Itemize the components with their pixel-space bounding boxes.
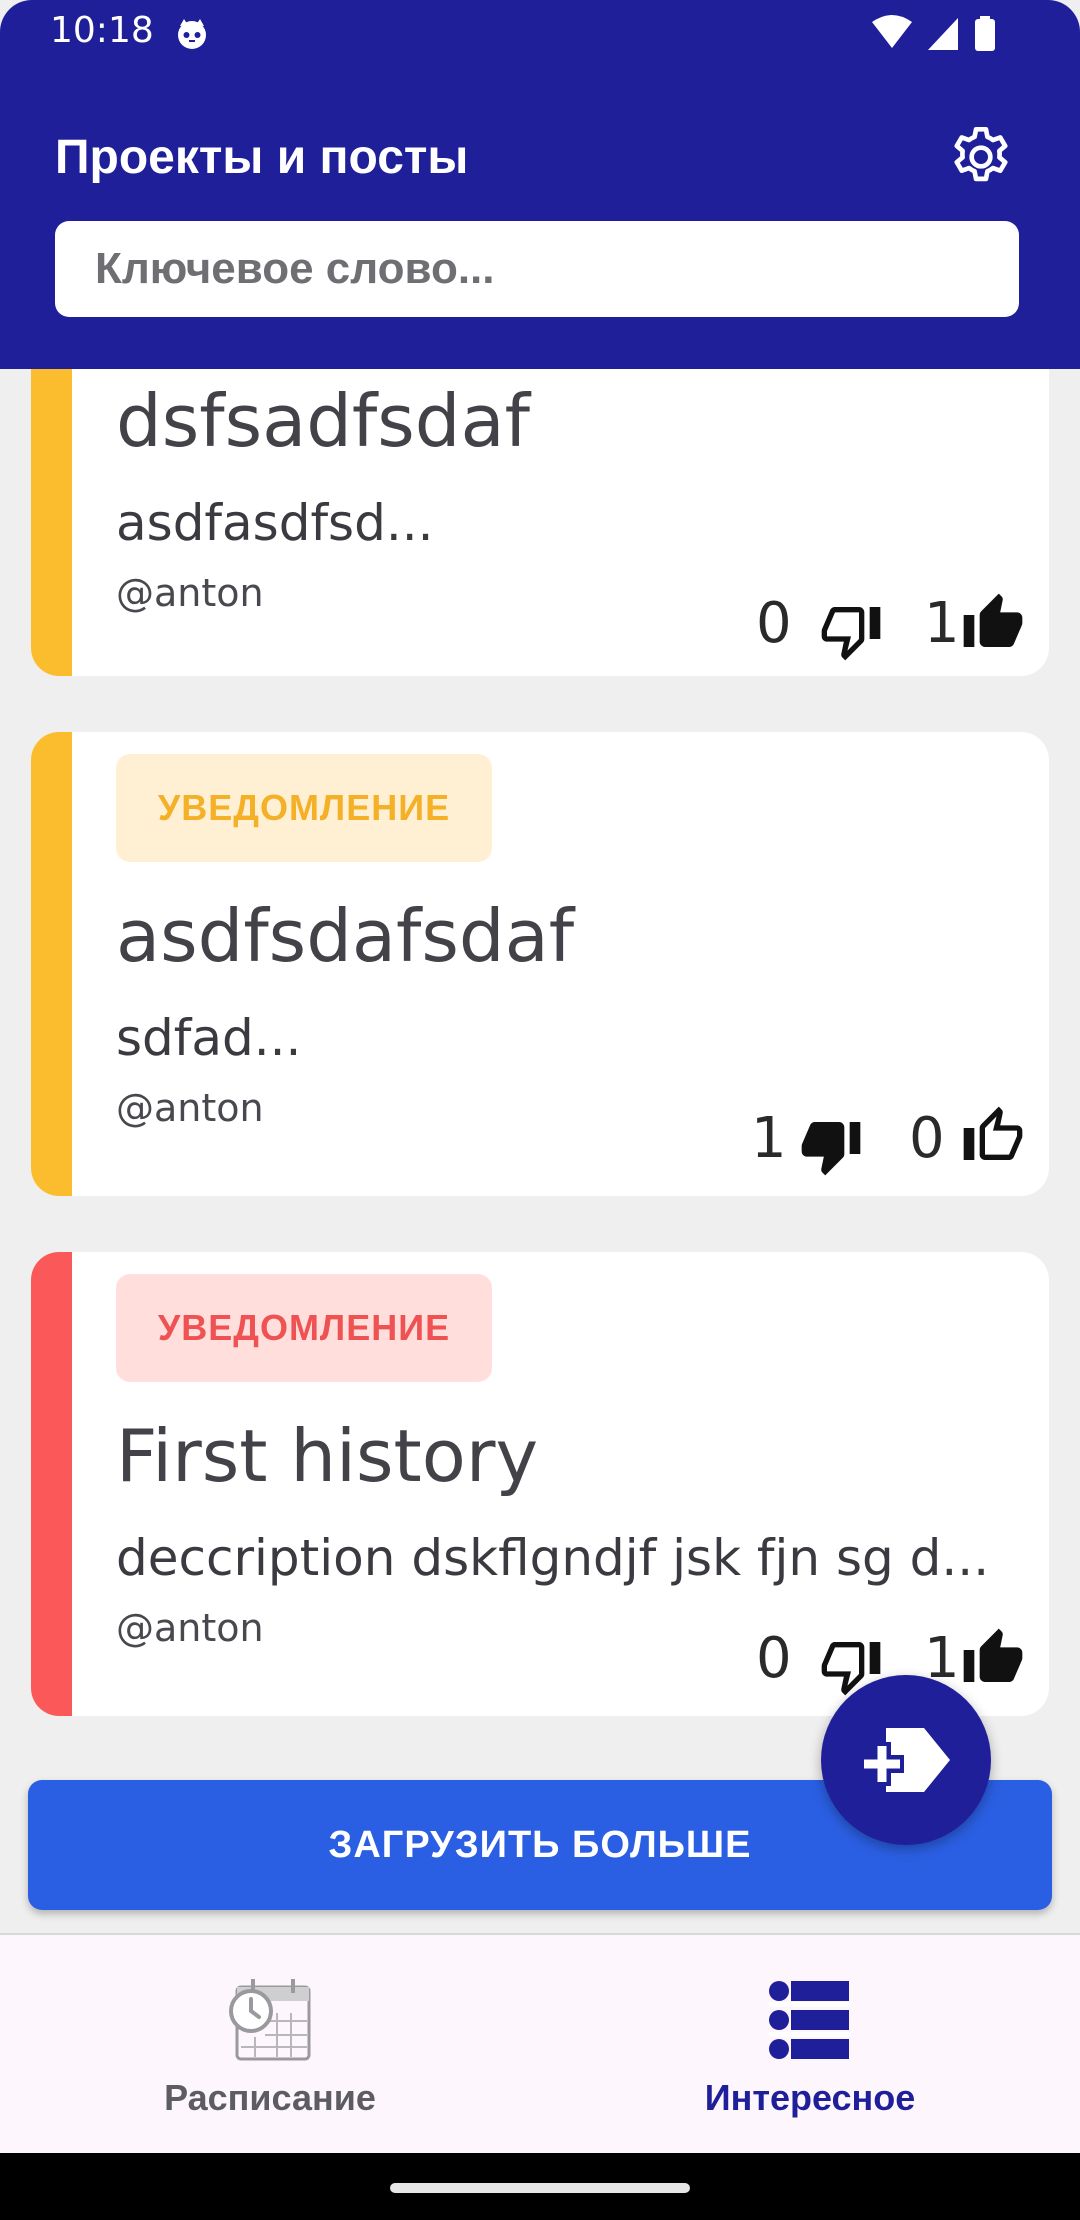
add-label-icon (860, 1728, 950, 1792)
like-count: 1 (924, 591, 960, 656)
post-card[interactable]: УВЕДОМЛЕНИЕ asdfsdafsdaf sdfad... @anton… (31, 732, 1049, 1196)
dislike-count: 0 (756, 1626, 792, 1691)
card-author[interactable]: @anton (116, 571, 264, 615)
bottom-navigation: Расписание Интересное (0, 1933, 1080, 2153)
wifi-icon (872, 15, 912, 48)
thumbs-up-filled-icon[interactable] (961, 591, 1025, 655)
gear-icon[interactable] (946, 122, 1016, 192)
nav-item-interesting[interactable]: Интересное (540, 1935, 1080, 2155)
status-icons (872, 15, 995, 51)
nav-label-schedule: Расписание (164, 2077, 376, 2118)
nav-label-interesting: Интересное (704, 2077, 916, 2118)
card-title: asdfsdafsdaf (116, 894, 575, 978)
post-card[interactable]: УВЕДОМЛЕНИЕ First history deccription ds… (31, 1252, 1049, 1716)
status-bar: 10:18 (0, 0, 1080, 66)
status-time: 10:18 (50, 10, 154, 51)
page-title: Проекты и посты (55, 131, 469, 184)
calendar-clock-icon (229, 1979, 311, 2061)
home-gesture-handle[interactable] (390, 2183, 690, 2193)
battery-icon (975, 16, 995, 51)
dislike-count: 0 (756, 591, 792, 656)
app-bar: 10:18 Проекты и посты (0, 0, 1080, 369)
card-description: deccription dskflgndjf jsk fjn sg d... (116, 1529, 990, 1587)
like-count: 0 (909, 1106, 945, 1171)
thumbs-down-outline-icon[interactable] (819, 599, 883, 663)
post-card[interactable]: dsfsadfsdaf asdfasdfsd... @anton 0 1 (31, 369, 1049, 676)
dislike-count: 1 (751, 1106, 787, 1171)
card-author[interactable]: @anton (116, 1086, 264, 1130)
signal-icon (928, 18, 958, 50)
card-accent-bar (31, 1252, 72, 1716)
search-input[interactable] (55, 221, 1019, 317)
list-icon (769, 1981, 851, 2059)
add-post-fab[interactable] (821, 1675, 991, 1845)
system-navigation-bar (0, 2153, 1080, 2220)
card-title: dsfsadfsdaf (116, 379, 530, 463)
card-title: First history (116, 1414, 539, 1498)
card-accent-bar (31, 732, 72, 1196)
card-accent-bar (31, 369, 72, 676)
thumbs-up-outline-icon[interactable] (961, 1104, 1025, 1168)
thumbs-down-filled-icon[interactable] (799, 1114, 863, 1178)
nav-item-schedule[interactable]: Расписание (0, 1935, 540, 2155)
notification-badge: УВЕДОМЛЕНИЕ (116, 754, 492, 862)
notification-cat-icon (178, 19, 206, 49)
card-description: asdfasdfsd... (116, 494, 434, 552)
search-field[interactable] (55, 221, 1019, 317)
notification-badge: УВЕДОМЛЕНИЕ (116, 1274, 492, 1382)
card-author[interactable]: @anton (116, 1606, 264, 1650)
card-description: sdfad... (116, 1009, 302, 1067)
thumbs-up-filled-icon[interactable] (961, 1626, 1025, 1690)
